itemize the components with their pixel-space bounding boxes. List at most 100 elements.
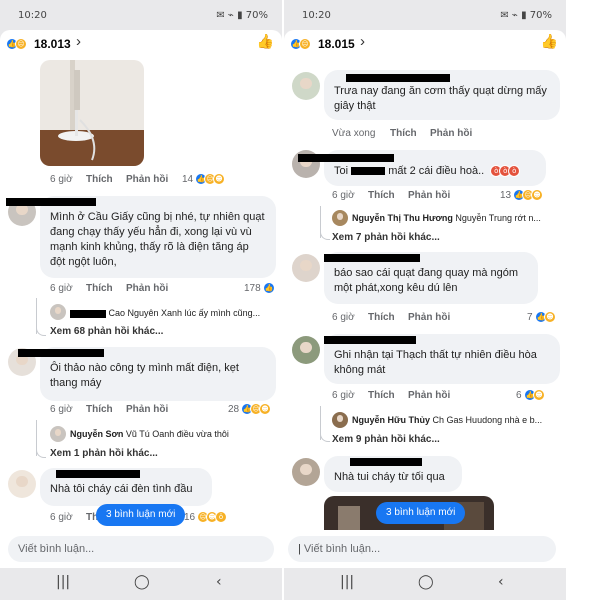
text-cursor: | <box>298 543 301 555</box>
commenter-name-redacted <box>324 336 416 344</box>
like-post-icon[interactable]: 👍 <box>257 34 274 50</box>
comment-reactions: 👍 ☹ ☻ <box>195 173 225 185</box>
comment-bubble[interactable]: Ghi nhận tại Thạch thất tự nhiên điều hò… <box>324 334 560 384</box>
reaction-icons[interactable]: 👍 ☹ <box>6 38 27 50</box>
new-comments-button[interactable]: 3 bình luận mới <box>96 504 186 526</box>
comment-bubble[interactable]: Nhà tui cháy từ tối qua <box>324 456 462 492</box>
avatar[interactable] <box>292 336 320 364</box>
reply-name-redacted <box>70 309 106 318</box>
status-icons: ✉ ⌁ ▮ 70% <box>500 10 552 21</box>
avatar[interactable] <box>292 72 320 100</box>
reply-avatar[interactable] <box>332 412 348 428</box>
reply-button[interactable]: Phản hồi <box>408 190 450 201</box>
thread-curve <box>36 448 46 458</box>
home-icon[interactable]: ◯ <box>418 574 434 590</box>
comment-reactions: 👍 ☹ ☻ <box>513 189 543 201</box>
comment-react-count[interactable]: 16 <box>184 512 195 523</box>
like-button[interactable]: Thích <box>86 404 113 415</box>
thread-curve <box>320 230 330 240</box>
sheet-header: 👍 ☹ 18.015 › 👍 <box>284 30 566 60</box>
reply-button[interactable]: Phản hồi <box>408 390 450 401</box>
comment-time: 6 giờ <box>332 390 355 401</box>
reply-preview[interactable]: Nguyễn Hữu Thủy Ch Gas Huudong nhà e b..… <box>352 415 562 425</box>
avatar[interactable] <box>292 254 320 282</box>
reply-author: Nguyễn Thị Thu Hương <box>352 213 453 223</box>
comment-image[interactable] <box>40 60 144 166</box>
redacted-word <box>351 167 386 176</box>
sad-reaction-icon: ☹ <box>15 38 27 50</box>
comment-input[interactable]: | Viết bình luận... <box>288 536 556 562</box>
haha-reaction-icon: ☻ <box>531 189 543 201</box>
comment-react-count[interactable]: 7 <box>527 312 533 323</box>
avatar[interactable] <box>292 458 320 486</box>
like-button[interactable]: Thích <box>390 128 417 139</box>
comment-time: 6 giờ <box>50 512 73 523</box>
reply-avatar[interactable] <box>332 210 348 226</box>
back-icon[interactable]: ‹ <box>216 574 222 590</box>
reply-button[interactable]: Phản hồi <box>126 404 168 415</box>
reaction-count[interactable]: 18.013 <box>34 37 71 51</box>
status-bar: 10:20 ✉ ⌁ ▮ 70% <box>284 0 566 30</box>
reply-button[interactable]: Phản hồi <box>408 312 450 323</box>
comment-react-count[interactable]: 14 <box>182 174 193 185</box>
like-button[interactable]: Thích <box>86 174 113 185</box>
comment-reactions: 👍 ☹ ☻ <box>241 403 271 415</box>
reply-preview[interactable]: Nguyễn Thị Thu Hương Nguyễn Trung rớt n.… <box>352 213 562 223</box>
thread-curve <box>320 432 330 442</box>
comment-bubble[interactable]: Ôi thảo nào công ty mình mất điện, kẹt t… <box>18 347 276 401</box>
commenter-name-redacted <box>56 470 140 478</box>
comment-input[interactable]: Viết bình luận... <box>8 536 274 562</box>
reply-avatar[interactable] <box>50 304 66 320</box>
commenter-name-redacted <box>324 254 420 262</box>
haha-reaction-icon: ☻ <box>544 311 556 323</box>
comment-time: 6 giờ <box>50 404 73 415</box>
reply-avatar[interactable] <box>50 426 66 442</box>
view-more-replies[interactable]: Xem 68 phản hồi khác... <box>50 326 163 337</box>
new-comments-button[interactable]: 3 bình luận mới <box>376 502 466 524</box>
reply-button[interactable]: Phản hồi <box>126 283 168 294</box>
chevron-right-icon[interactable]: › <box>76 33 81 50</box>
like-post-icon[interactable]: 👍 <box>541 34 558 50</box>
avatar[interactable] <box>8 470 36 498</box>
comment-react-count[interactable]: 6 <box>516 390 522 401</box>
comment-bubble[interactable]: Nhà tôi cháy cái đèn tình đầu <box>40 468 212 506</box>
like-button[interactable]: Thích <box>368 390 395 401</box>
reply-preview[interactable]: Nguyễn Sơn Vũ Tú Oanh điều vừa thôi <box>70 429 275 439</box>
comment-text: Nhà tui cháy từ tối qua <box>334 471 445 483</box>
comments-sheet: 👍 ☹ 18.013 › 👍 6 giờ Thích Phản hồi 14 👍… <box>0 30 282 570</box>
recents-icon[interactable]: ||| <box>56 574 70 590</box>
home-icon[interactable]: ◯ <box>134 574 150 590</box>
reply-button[interactable]: Phản hồi <box>430 128 472 139</box>
reply-text: Nguyễn Trung rớt n... <box>455 213 541 223</box>
reaction-icons[interactable]: 👍 ☹ <box>290 38 311 50</box>
chevron-right-icon[interactable]: › <box>360 33 365 50</box>
view-more-replies[interactable]: Xem 7 phản hồi khác... <box>332 232 440 243</box>
comment-bubble[interactable]: Trưa nay đang ăn cơm thấy quạt dừng mấy … <box>324 70 560 120</box>
comment-react-count[interactable]: 178 <box>244 283 261 294</box>
comment-bubble[interactable]: báo sao cái quạt đang quay mà ngóm một p… <box>324 252 538 304</box>
like-button[interactable]: Thích <box>368 190 395 201</box>
comment-time: 6 giờ <box>332 312 355 323</box>
sheet-header: 👍 ☹ 18.013 › 👍 <box>0 30 282 60</box>
back-icon[interactable]: ‹ <box>498 574 504 590</box>
comment-bubble[interactable]: Toi mất 2 cái điều hoà.. ò ò ò <box>298 150 546 186</box>
reply-button[interactable]: Phản hồi <box>126 174 168 185</box>
comment-text: Trưa nay đang ăn cơm thấy quạt dừng mấy … <box>334 85 547 112</box>
comment-bubble[interactable]: Mình ở Cầu Giấy cũng bị nhé, tự nhiên qu… <box>6 196 276 278</box>
reaction-count[interactable]: 18.015 <box>318 37 355 51</box>
like-button[interactable]: Thích <box>368 312 395 323</box>
view-more-replies[interactable]: Xem 1 phản hồi khác... <box>50 448 158 459</box>
comment-react-count[interactable]: 13 <box>500 190 511 201</box>
view-more-replies[interactable]: Xem 9 phản hồi khác... <box>332 434 440 445</box>
like-button[interactable]: Thích <box>86 283 113 294</box>
comment-text: Mình ở Cầu Giấy cũng bị nhé, tự nhiên qu… <box>50 211 265 268</box>
comment-input-placeholder: Viết bình luận... <box>303 543 381 555</box>
reply-preview[interactable]: Cao Nguyên Xanh lúc ấy mình cũng... <box>70 308 275 318</box>
comment-time: Vừa xong <box>332 128 376 139</box>
comment-text: Ghi nhận tại Thạch thất tự nhiên điều hò… <box>334 349 537 376</box>
comment-react-count[interactable]: 28 <box>228 404 239 415</box>
recents-icon[interactable]: ||| <box>340 574 354 590</box>
wow-reaction-icon: ö <box>215 511 227 523</box>
commenter-name-redacted <box>18 349 104 357</box>
comment-composer: | Viết bình luận... <box>284 530 566 568</box>
